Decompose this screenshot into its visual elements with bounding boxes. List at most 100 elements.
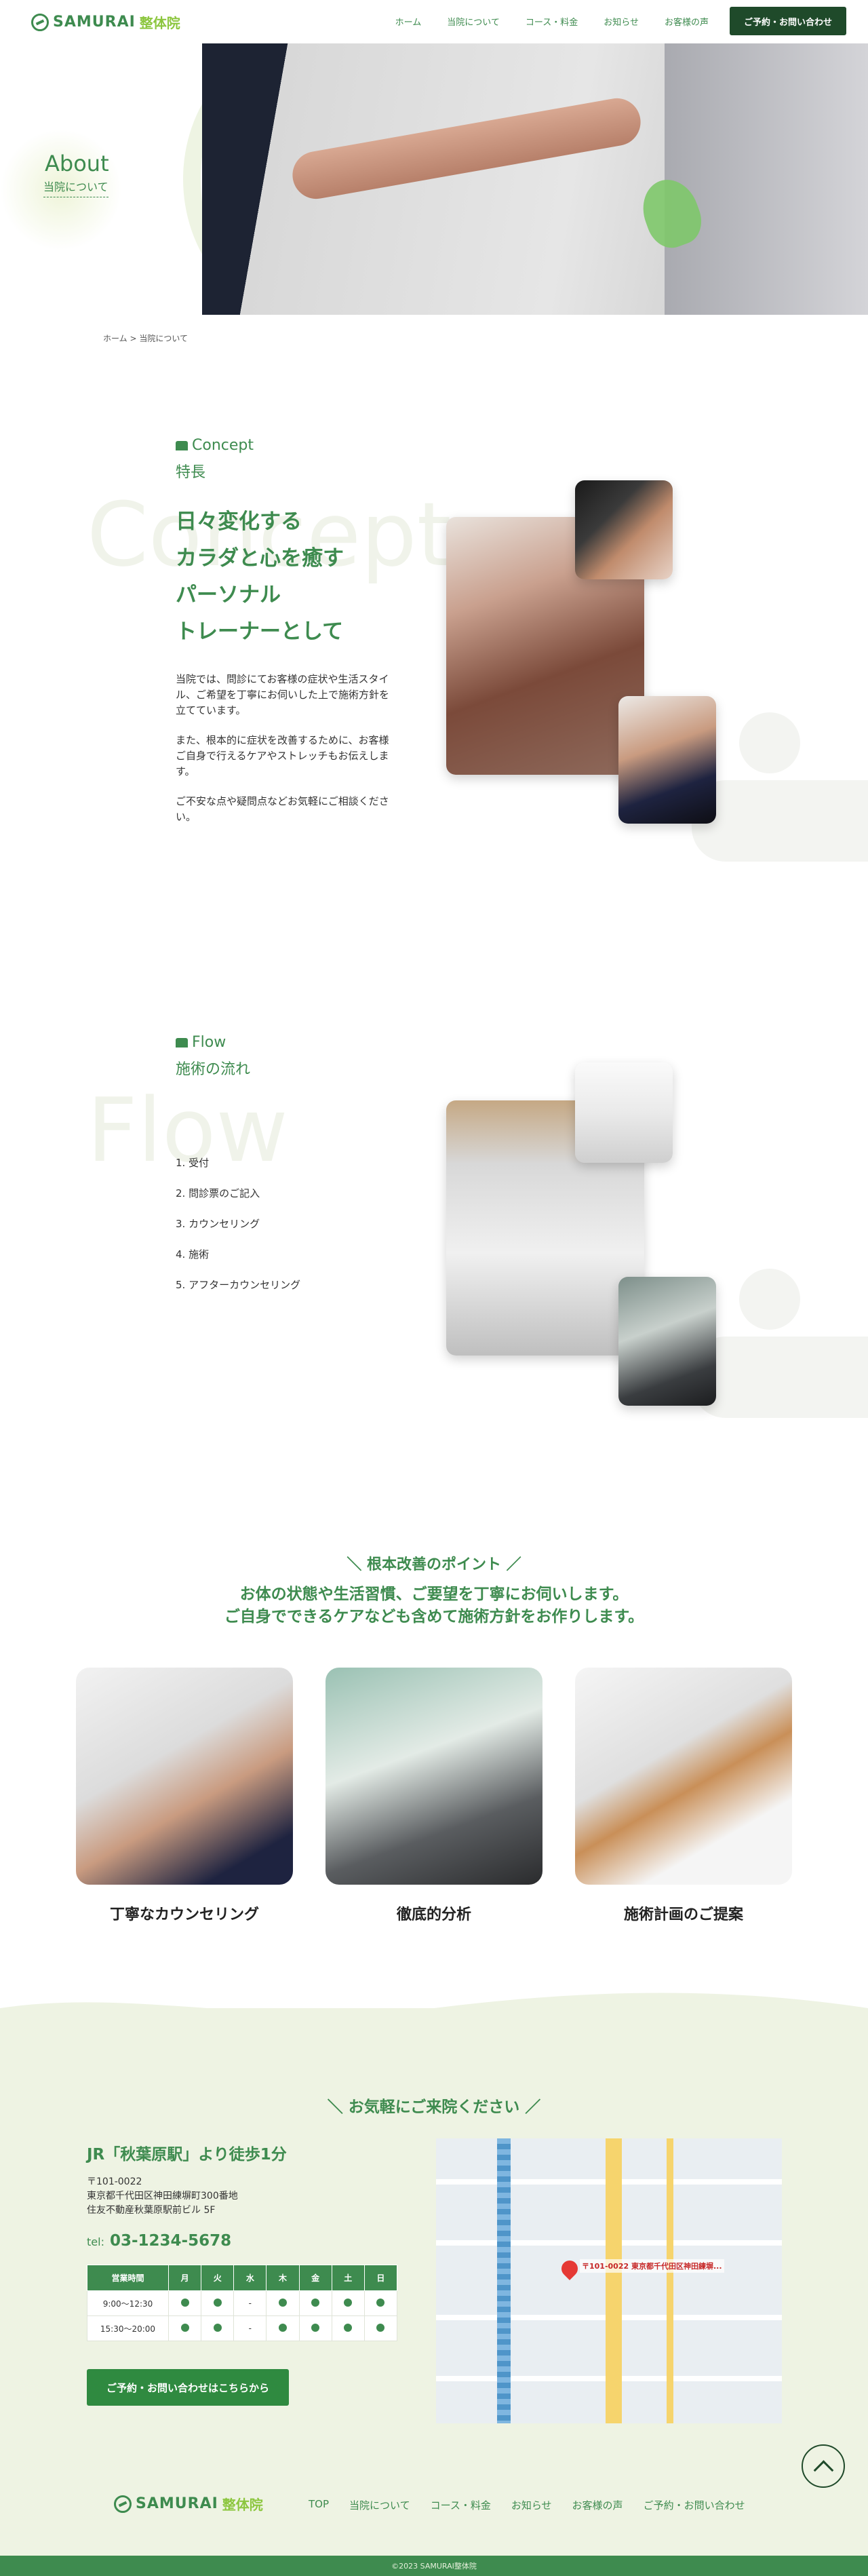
laptop-photo xyxy=(618,1277,716,1406)
footer-logo[interactable]: SAMURAI 整体院 xyxy=(114,2494,263,2514)
contact-button[interactable]: ご予約・お問い合わせはこちらから xyxy=(87,2369,289,2406)
open-dot-icon xyxy=(344,2323,353,2332)
hours-time: 9:00〜12:30 xyxy=(87,2290,169,2316)
open-dot-icon xyxy=(180,2298,189,2307)
gloves-photo xyxy=(575,480,673,579)
site-logo[interactable]: SAMURAI 整体院 xyxy=(31,12,180,32)
footer-nav-item[interactable]: お知らせ xyxy=(511,2498,552,2512)
concept-paragraph: 当院では、問診にてお客様の症状や生活スタイル、ご希望を丁寧にお伺いした上で施術方… xyxy=(176,673,390,716)
hours-cell xyxy=(331,2290,365,2316)
points-title: ＼ 根本改善のポイント ／ xyxy=(0,1552,868,1574)
main-nav: ホーム 当院について コース・料金 お知らせ お客様の声 xyxy=(395,15,709,28)
hours-header: 日 xyxy=(363,2265,398,2291)
concept-paragraph: また、根本的に症状を改善するために、お客様ご自身で行えるケアやストレッチもお伝え… xyxy=(176,734,389,777)
google-map[interactable]: 〒101-0022 東京都千代田区神田練塀... xyxy=(436,2138,782,2423)
footer-nav-item[interactable]: コース・料金 xyxy=(431,2498,491,2512)
logo-text: SAMURAI xyxy=(53,14,136,31)
open-dot-icon xyxy=(311,2323,320,2332)
concept-paragraph: ご不安な点や疑問点などお気軽にご相談ください。 xyxy=(176,795,389,823)
page-subtitle: 当院について xyxy=(43,178,108,197)
hours-time: 15:30〜20:00 xyxy=(87,2315,169,2341)
staff-photo xyxy=(575,1062,673,1163)
silhouette-body xyxy=(692,780,868,862)
counseling-card-image xyxy=(76,1668,293,1885)
footer-nav-item[interactable]: ご予約・お問い合わせ xyxy=(644,2498,745,2512)
silhouette-body xyxy=(692,1337,868,1418)
footer-nav-item[interactable]: TOP xyxy=(309,2498,329,2512)
back-to-top-button[interactable] xyxy=(802,2444,845,2488)
access-info: JR「秋葉原駅」より徒歩1分 xyxy=(87,2146,287,2164)
map-pin-label: 〒101-0022 東京都千代田区神田練塀... xyxy=(580,2259,724,2273)
tel-label: tel: xyxy=(87,2235,104,2248)
logo-icon xyxy=(31,13,49,31)
card-title: 徹底的分析 xyxy=(396,1906,471,1923)
hours-cell xyxy=(298,2290,332,2316)
points-lead-line: お体の状態や生活習慣、ご要望を丁寧にお伺いします。 xyxy=(239,1585,629,1603)
map-pin-icon[interactable] xyxy=(558,2257,581,2280)
hours-header: 土 xyxy=(331,2265,365,2291)
hours-cell xyxy=(266,2290,300,2316)
headline-line: 日々変化する xyxy=(176,510,302,534)
hours-cell xyxy=(167,2315,202,2341)
hours-cell xyxy=(298,2315,332,2341)
slash-right-icon: ／ xyxy=(501,1556,521,1573)
open-dot-icon xyxy=(278,2298,287,2307)
points-lead-line: ご自身でできるケアなども含めて施術方針をお作りします。 xyxy=(224,1608,644,1626)
concept-label-jp: 特長 xyxy=(176,464,206,481)
map-railway xyxy=(497,2138,511,2423)
headline-line: トレーナーとして xyxy=(176,619,344,644)
table-row: 9:00〜12:30 - xyxy=(87,2290,398,2316)
slash-left-icon: ＼ xyxy=(327,2098,349,2116)
footer-nav: TOP 当院について コース・料金 お知らせ お客様の声 ご予約・お問い合わせ xyxy=(309,2498,745,2512)
logo-subtext: 整体院 xyxy=(139,15,180,31)
flow-label-jp: 施術の流れ xyxy=(176,1061,251,1078)
breadcrumb[interactable]: ホーム > 当院について xyxy=(103,332,188,344)
nav-item-voice[interactable]: お客様の声 xyxy=(665,15,709,28)
flow-steps: 1. 受付 2. 問診票のご記入 3. カウンセリング 4. 施術 5. アフタ… xyxy=(176,1148,300,1301)
nav-item-about[interactable]: 当院について xyxy=(447,15,500,28)
logo-text: SAMURAI xyxy=(136,2495,218,2512)
address-line: 〒101-0022 xyxy=(87,2176,142,2187)
logo-icon xyxy=(114,2495,132,2513)
hero-shirt-shape xyxy=(665,43,868,315)
open-dot-icon xyxy=(311,2298,320,2307)
nav-item-home[interactable]: ホーム xyxy=(395,15,422,28)
nav-item-news[interactable]: お知らせ xyxy=(604,15,639,28)
hours-cell xyxy=(201,2315,235,2341)
hours-header: 水 xyxy=(233,2265,267,2291)
flow-label: Flow xyxy=(176,1034,226,1051)
slash-left-icon: ＼ xyxy=(347,1556,367,1573)
concept-label: Concept xyxy=(176,437,254,454)
header-contact-button[interactable]: ご予約・お問い合わせ xyxy=(730,7,846,35)
concept-label-text: Concept xyxy=(192,437,254,454)
open-dot-icon xyxy=(213,2323,222,2332)
contact-title: ＼ お気軽にご来院ください ／ xyxy=(0,2094,868,2117)
hours-header: 金 xyxy=(298,2265,332,2291)
open-dot-icon xyxy=(213,2298,222,2307)
hours-header: 営業時間 xyxy=(87,2265,169,2291)
flow-step: 2. 問診票のご記入 xyxy=(176,1187,260,1199)
business-hours-table: 営業時間 月 火 水 木 金 土 日 9:00〜12:30 - 15:30〜20… xyxy=(87,2265,398,2341)
hours-cell xyxy=(266,2315,300,2341)
address-line: 住友不動産秋葉原駅前ビル 5F xyxy=(87,2205,216,2216)
footer-nav-item[interactable]: お客様の声 xyxy=(572,2498,623,2512)
hours-header: 火 xyxy=(201,2265,235,2291)
flow-step: 5. アフターカウンセリング xyxy=(176,1279,301,1291)
open-dot-icon xyxy=(344,2298,353,2307)
slash-right-icon: ／ xyxy=(519,2098,541,2116)
hero-image xyxy=(202,43,868,315)
page-title: About xyxy=(45,151,109,176)
hours-cell: - xyxy=(233,2315,267,2341)
logo-subtext: 整体院 xyxy=(222,2497,263,2513)
silhouette-head xyxy=(739,1269,800,1330)
hours-header: 月 xyxy=(167,2265,202,2291)
footer-nav-item[interactable]: 当院について xyxy=(349,2498,410,2512)
nav-item-course[interactable]: コース・料金 xyxy=(526,15,578,28)
flow-label-text: Flow xyxy=(192,1034,226,1051)
points-title-text: 根本改善のポイント xyxy=(366,1556,501,1573)
hero-arm-shape xyxy=(288,94,645,203)
phone-number[interactable]: tel: 03-1234-5678 xyxy=(87,2232,231,2250)
concept-headline: 日々変化する カラダと心を癒す パーソナル トレーナーとして xyxy=(176,503,344,650)
address: 〒101-0022 東京都千代田区神田練塀町300番地 住友不動産秋葉原駅前ビル… xyxy=(87,2175,238,2218)
open-dot-icon xyxy=(180,2323,189,2332)
